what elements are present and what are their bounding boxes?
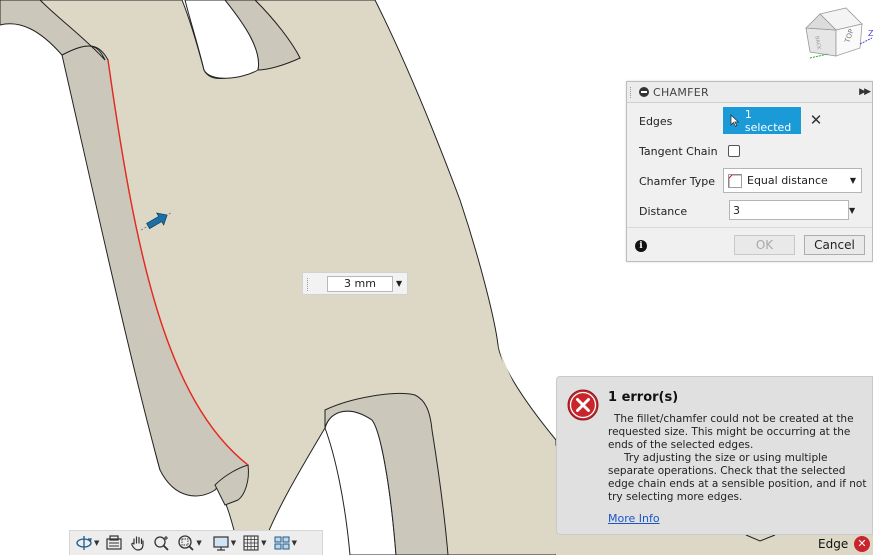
zoom-button[interactable] [153,532,171,554]
more-info-link[interactable]: More Info [608,512,660,525]
viewports-icon [274,536,290,550]
display-settings-button[interactable]: ▼ [212,532,236,554]
grid-caret-icon[interactable]: ▼ [261,539,266,547]
dropdown-arrow-icon: ▼ [849,176,856,185]
error-panel: 1 error(s) The fillet/chamfer could not … [556,376,873,535]
cancel-button[interactable]: Cancel [804,235,865,255]
zoom-window-caret-icon[interactable]: ▼ [196,539,201,547]
error-message: The fillet/chamfer could not be created … [608,413,868,504]
zoom-window-icon [178,535,195,551]
edges-selection-button[interactable]: 1 selected [723,107,801,134]
chamfer-type-label: Chamfer Type [639,174,716,188]
orbit-caret-icon[interactable]: ▼ [94,539,99,547]
expand-icon[interactable]: ▶▶ [859,87,871,97]
zoom-icon [154,536,170,551]
dialog-footer: i OK Cancel [627,227,872,262]
viewcube[interactable]: TOP BACK Z [790,4,873,66]
drag-grip-icon[interactable] [307,278,310,291]
tangent-chain-row: Tangent Chain [627,136,872,166]
distance-row: Distance 3 ▼ [627,196,872,226]
chamfer-dialog: CHAMFER ▶▶ Edges 1 selected ✕ Tangent Ch… [626,81,873,262]
error-paragraph-1: The fillet/chamfer could not be created … [608,413,854,451]
display-settings-caret-icon[interactable]: ▼ [231,539,236,547]
distance-input[interactable]: 3 [729,200,849,220]
select-cursor-icon [730,114,740,127]
status-error-icon[interactable]: ✕ [854,536,870,552]
edges-selected-count: 1 selected [744,107,792,134]
pan-icon [131,536,144,551]
drag-grip-icon[interactable] [630,86,633,98]
look-at-button[interactable] [105,532,123,554]
error-title: 1 error(s) [608,390,679,405]
status-bar: Edge ✕ [812,533,873,555]
inline-distance-widget: 3 mm ▼ [302,272,408,295]
orbit-icon [76,536,92,550]
chamfer-type-row: Chamfer Type Equal distance ▼ [627,166,872,196]
chamfer-dialog-header[interactable]: CHAMFER ▶▶ [627,82,872,103]
clear-selection-icon[interactable]: ✕ [808,111,824,129]
grid-button[interactable]: ▼ [242,532,267,554]
edges-label: Edges [639,114,673,128]
chamfer-type-dropdown[interactable]: Equal distance ▼ [723,168,862,193]
error-paragraph-2: Try adjusting the size or using multiple… [608,452,867,503]
look-at-icon [106,535,122,550]
navigation-toolbar: ▼ ▼ ▼ ▼ ▼ [69,530,323,555]
tangent-chain-checkbox[interactable] [728,145,740,157]
edges-row: Edges 1 selected ✕ [627,106,872,136]
status-selection-label: Edge [818,537,849,551]
pan-button[interactable] [129,532,147,554]
chamfer-dialog-title: CHAMFER [653,85,709,99]
inline-distance-input[interactable]: 3 mm [327,276,393,292]
display-settings-icon [213,536,229,551]
viewports-button[interactable]: ▼ [273,532,297,554]
chamfer-type-value: Equal distance [747,174,828,187]
orbit-button[interactable]: ▼ [75,532,99,554]
zoom-window-button[interactable]: ▼ [177,532,202,554]
ok-button[interactable]: OK [734,235,795,255]
distance-label: Distance [639,204,688,218]
viewports-caret-icon[interactable]: ▼ [292,539,297,547]
distance-dropdown-arrow-icon[interactable]: ▼ [849,206,855,215]
tangent-chain-label: Tangent Chain [639,144,718,158]
info-icon[interactable]: i [635,240,647,252]
equal-distance-icon [728,173,742,188]
error-icon [567,389,599,421]
inline-distance-dropdown-arrow-icon[interactable]: ▼ [396,279,402,288]
grid-icon [243,535,259,551]
collapse-icon[interactable] [639,87,649,97]
viewcube-axis-z: Z [868,29,873,38]
